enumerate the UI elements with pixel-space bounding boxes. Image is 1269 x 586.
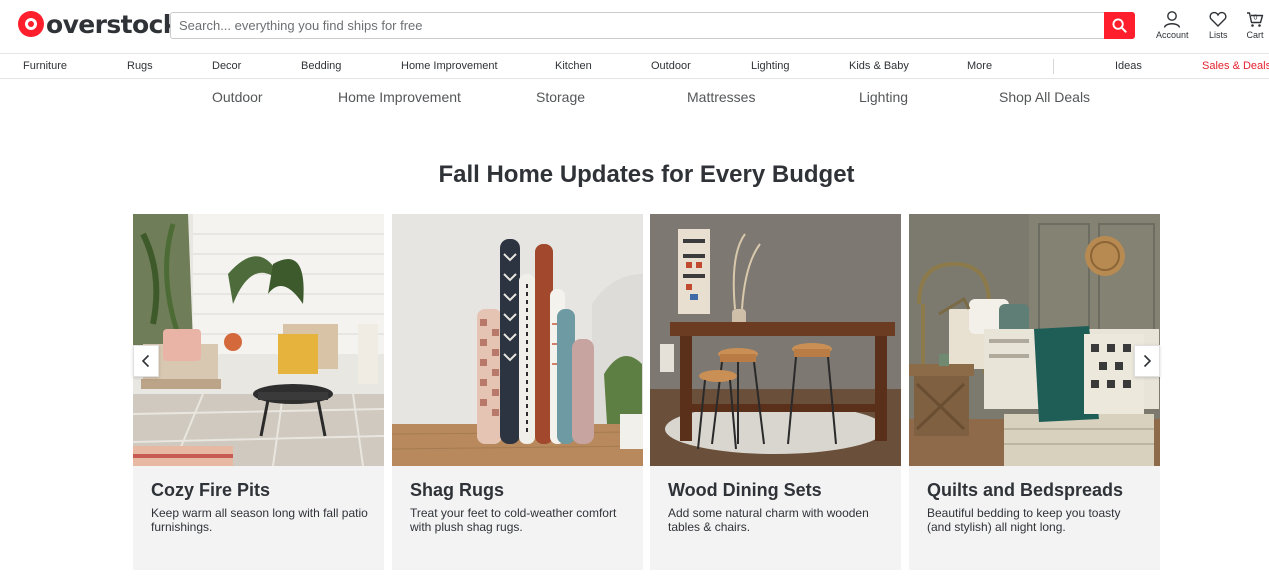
subnav-item-shop-all-deals[interactable]: Shop All Deals bbox=[999, 89, 1090, 105]
account-button[interactable]: Account bbox=[1156, 10, 1189, 40]
card-title: Shag Rugs bbox=[410, 480, 505, 500]
lists-button[interactable]: Lists bbox=[1209, 10, 1228, 40]
subnav-item-lighting[interactable]: Lighting bbox=[859, 89, 908, 105]
account-label: Account bbox=[1156, 30, 1189, 40]
card-description: Keep warm all season long with fall pati… bbox=[151, 506, 368, 534]
cart-icon: 0 bbox=[1247, 12, 1264, 27]
dining-set-image bbox=[650, 214, 901, 466]
card-description: Beautiful bedding to keep you toasty (an… bbox=[927, 506, 1121, 534]
nav-item-kids-baby[interactable]: Kids & Baby bbox=[849, 60, 909, 72]
cart-label: Cart bbox=[1246, 30, 1264, 40]
search-button[interactable] bbox=[1104, 12, 1135, 39]
category-card-fire-pits[interactable]: Cozy Fire Pits Keep warm all season long… bbox=[133, 214, 384, 570]
nav-item-outdoor[interactable]: Outdoor bbox=[651, 60, 691, 72]
card-description: Treat your feet to cold-weather comfort … bbox=[410, 506, 617, 534]
nav-item-more[interactable]: More bbox=[967, 60, 992, 72]
search-icon bbox=[1112, 18, 1127, 33]
nav-item-sales-deals[interactable]: Sales & Deals bbox=[1202, 60, 1269, 72]
cart-count: 0 bbox=[1254, 15, 1258, 22]
subnav-item-storage[interactable]: Storage bbox=[536, 89, 585, 105]
chevron-right-icon bbox=[1143, 354, 1152, 368]
nav-item-furniture[interactable]: Furniture bbox=[23, 60, 67, 72]
chevron-left-icon bbox=[141, 354, 150, 368]
nav-item-bedding[interactable]: Bedding bbox=[301, 60, 341, 72]
section-title: Fall Home Updates for Every Budget bbox=[438, 161, 855, 188]
card-title: Cozy Fire Pits bbox=[151, 480, 271, 500]
nav-item-home-improvement[interactable]: Home Improvement bbox=[401, 60, 498, 72]
heart-icon bbox=[1209, 11, 1227, 27]
card-description: Add some natural charm with wooden table… bbox=[668, 506, 869, 534]
quilts-image bbox=[909, 214, 1160, 466]
subnav-item-outdoor[interactable]: Outdoor bbox=[212, 89, 263, 105]
rugs-image bbox=[392, 214, 643, 466]
nav-item-kitchen[interactable]: Kitchen bbox=[555, 60, 592, 72]
nav-item-ideas[interactable]: Ideas bbox=[1115, 60, 1142, 72]
nav-item-lighting[interactable]: Lighting bbox=[751, 60, 790, 72]
nav-item-decor[interactable]: Decor bbox=[212, 60, 241, 72]
carousel-next-button[interactable] bbox=[1134, 345, 1160, 377]
fire-pit-image bbox=[133, 214, 384, 466]
cart-button[interactable]: 0 Cart bbox=[1246, 10, 1264, 40]
nav-divider bbox=[1053, 59, 1054, 74]
category-card-shag-rugs[interactable]: Shag Rugs Treat your feet to cold-weathe… bbox=[392, 214, 643, 570]
card-title: Wood Dining Sets bbox=[668, 480, 822, 500]
subnav-item-home-improvement[interactable]: Home Improvement bbox=[338, 89, 461, 105]
carousel-prev-button[interactable] bbox=[133, 345, 159, 377]
primary-nav: Furniture Rugs Decor Bedding Home Improv… bbox=[0, 53, 1269, 79]
logo-mark-icon bbox=[18, 11, 44, 37]
site-header: overstock . Account Lists 0 Car bbox=[0, 0, 1269, 52]
category-card-quilts-bedspreads[interactable]: Quilts and Bedspreads Beautiful bedding … bbox=[909, 214, 1160, 570]
account-icon bbox=[1164, 11, 1181, 28]
search-bar bbox=[170, 12, 1135, 39]
lists-label: Lists bbox=[1209, 30, 1228, 40]
overstock-logo[interactable]: overstock . bbox=[18, 9, 181, 39]
search-input[interactable] bbox=[171, 13, 1103, 38]
logo-text: overstock bbox=[46, 9, 179, 39]
subnav-item-mattresses[interactable]: Mattresses bbox=[687, 89, 755, 105]
category-card-wood-dining-sets[interactable]: Wood Dining Sets Add some natural charm … bbox=[650, 214, 901, 570]
card-title: Quilts and Bedspreads bbox=[927, 480, 1124, 500]
nav-item-rugs[interactable]: Rugs bbox=[127, 60, 153, 72]
